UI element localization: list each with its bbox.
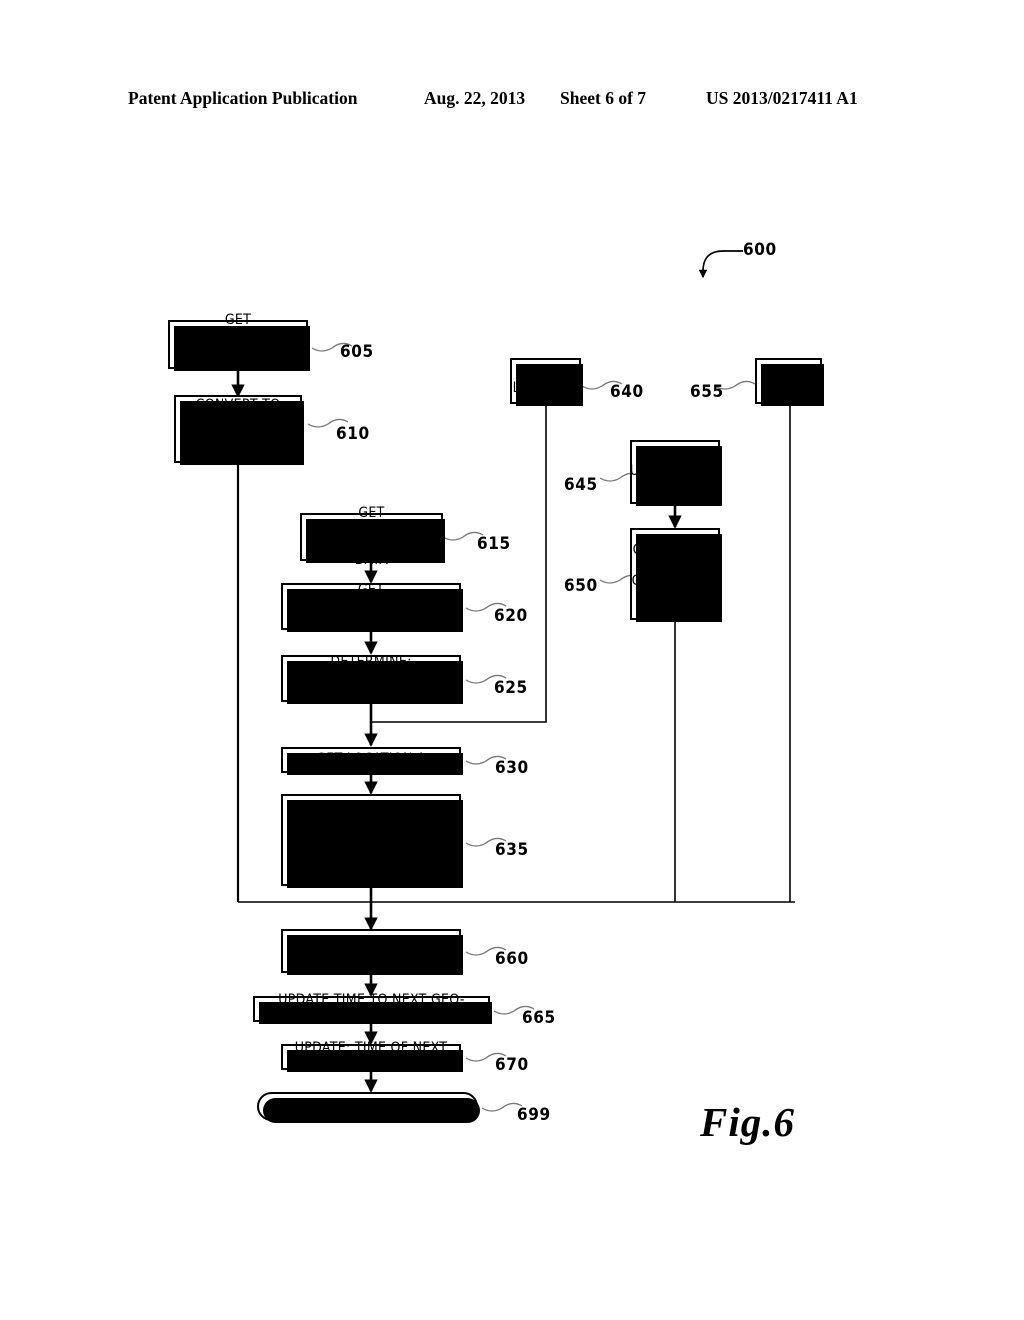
node-return[interactable]: RETURN <box>257 1092 480 1123</box>
node-get-location-a[interactable]: GET LOCATION A <box>281 747 463 775</box>
ref-645: 645 <box>564 475 598 495</box>
ref-620: 620 <box>494 606 528 626</box>
header-patent-number: US 2013/0217411 A1 <box>706 88 858 108</box>
node-label: GET SPEED <box>767 364 810 396</box>
node-get-gps-location[interactable]: GET GPS LOCATION <box>510 358 583 406</box>
ref-655: 655 <box>690 382 724 402</box>
node-label: GET RF TX-EMITTER COORDINATES <box>321 582 421 630</box>
node-determine-triangulated-location[interactable]: DETERMINE: TRIANGULATED LOCATION <box>281 654 463 704</box>
ref-660: 660 <box>495 949 529 969</box>
patent-figure-page: Patent Application Publication Aug. 22, … <box>0 0 1024 1320</box>
node-label: GET LOCATION A <box>316 751 426 768</box>
node-convert-to-speed-correction[interactable]: CONVERT TO SPEED OR CORRECTION FACTOR <box>174 395 304 465</box>
flowchart-connectors <box>231 250 795 1112</box>
node-label: GET ACCELEROMETER, OTHER SENSOR DATA <box>178 312 298 376</box>
node-convert-speed-or-correction-factor[interactable]: CONVERT TO SPEED OR CORRECTION FACTOR <box>630 528 722 622</box>
ref-699: 699 <box>517 1105 551 1125</box>
page-header: Patent Application Publication Aug. 22, … <box>0 88 1024 114</box>
node-save-as-speed-or-correction-factor[interactable]: SAVE AS SPEED OR CORRECTION FACTOR <box>281 929 463 975</box>
ref-630: 630 <box>495 758 529 778</box>
node-determine-speed-location-a[interactable]: DETERMINE SPEED, LOCATION A TO TRIANGULATE… <box>281 794 463 888</box>
diagram-ref-leader <box>698 250 743 279</box>
node-get-environmental-rf-data[interactable]: GET ENVIRONMENTAL RF TX-EMITTER DATA <box>300 505 445 567</box>
node-get-speed[interactable]: GET SPEED <box>755 358 824 406</box>
node-label: UPDATE: TIME OF NEXT CHECK <box>294 1040 448 1072</box>
node-label: UPDATE TIME TO NEXT GEO-FENCE <box>278 992 465 1024</box>
node-update-time-to-next-geofence[interactable]: UPDATE TIME TO NEXT GEO-FENCE <box>253 992 492 1024</box>
figure-caption: Fig.6 <box>700 1099 795 1145</box>
ref-605: 605 <box>340 342 374 362</box>
header-sheet: Sheet 6 of 7 <box>560 88 647 108</box>
node-label: DETERMINE: TRIANGULATED LOCATION <box>320 654 422 702</box>
node-get-rf-emitter-coordinates[interactable]: GET RF TX-EMITTER COORDINATES <box>281 582 463 632</box>
ref-615: 615 <box>477 534 511 554</box>
node-label: GET ENVIRONMENTAL RF TX-EMITTER DATA <box>315 504 428 568</box>
ref-650: 650 <box>564 576 598 596</box>
header-publication: Patent Application Publication <box>128 88 358 108</box>
node-update-time-of-next-check[interactable]: UPDATE: TIME OF NEXT CHECK <box>281 1040 463 1072</box>
ref-670: 670 <box>495 1055 529 1075</box>
leader-699 <box>481 1102 523 1112</box>
node-label: GET SPEED UNCERTAINTY FACTOR <box>629 447 721 495</box>
node-label: DETERMINE SPEED, LOCATION A TO TRIANGULATE… <box>293 807 449 871</box>
ref-600: 600 <box>743 240 777 260</box>
header-date: Aug. 22, 2013 <box>424 88 526 108</box>
node-label: CONVERT TO SPEED OR CORRECTION FACTOR <box>631 541 719 605</box>
ref-610: 610 <box>336 424 370 444</box>
ref-625: 625 <box>494 678 528 698</box>
ref-635: 635 <box>495 840 529 860</box>
node-label: RETURN <box>340 1097 395 1114</box>
node-get-speed-uncertainty-factor[interactable]: GET SPEED UNCERTAINTY FACTOR <box>630 440 722 506</box>
node-label: GET GPS LOCATION <box>512 364 579 396</box>
ref-665: 665 <box>522 1008 556 1028</box>
node-label: CONVERT TO SPEED OR CORRECTION FACTOR <box>182 396 294 460</box>
node-get-accelerometer-data[interactable]: GET ACCELEROMETER, OTHER SENSOR DATA <box>168 312 310 375</box>
ref-640: 640 <box>610 382 644 402</box>
node-label: SAVE AS SPEED OR CORRECTION FACTOR <box>299 934 443 966</box>
